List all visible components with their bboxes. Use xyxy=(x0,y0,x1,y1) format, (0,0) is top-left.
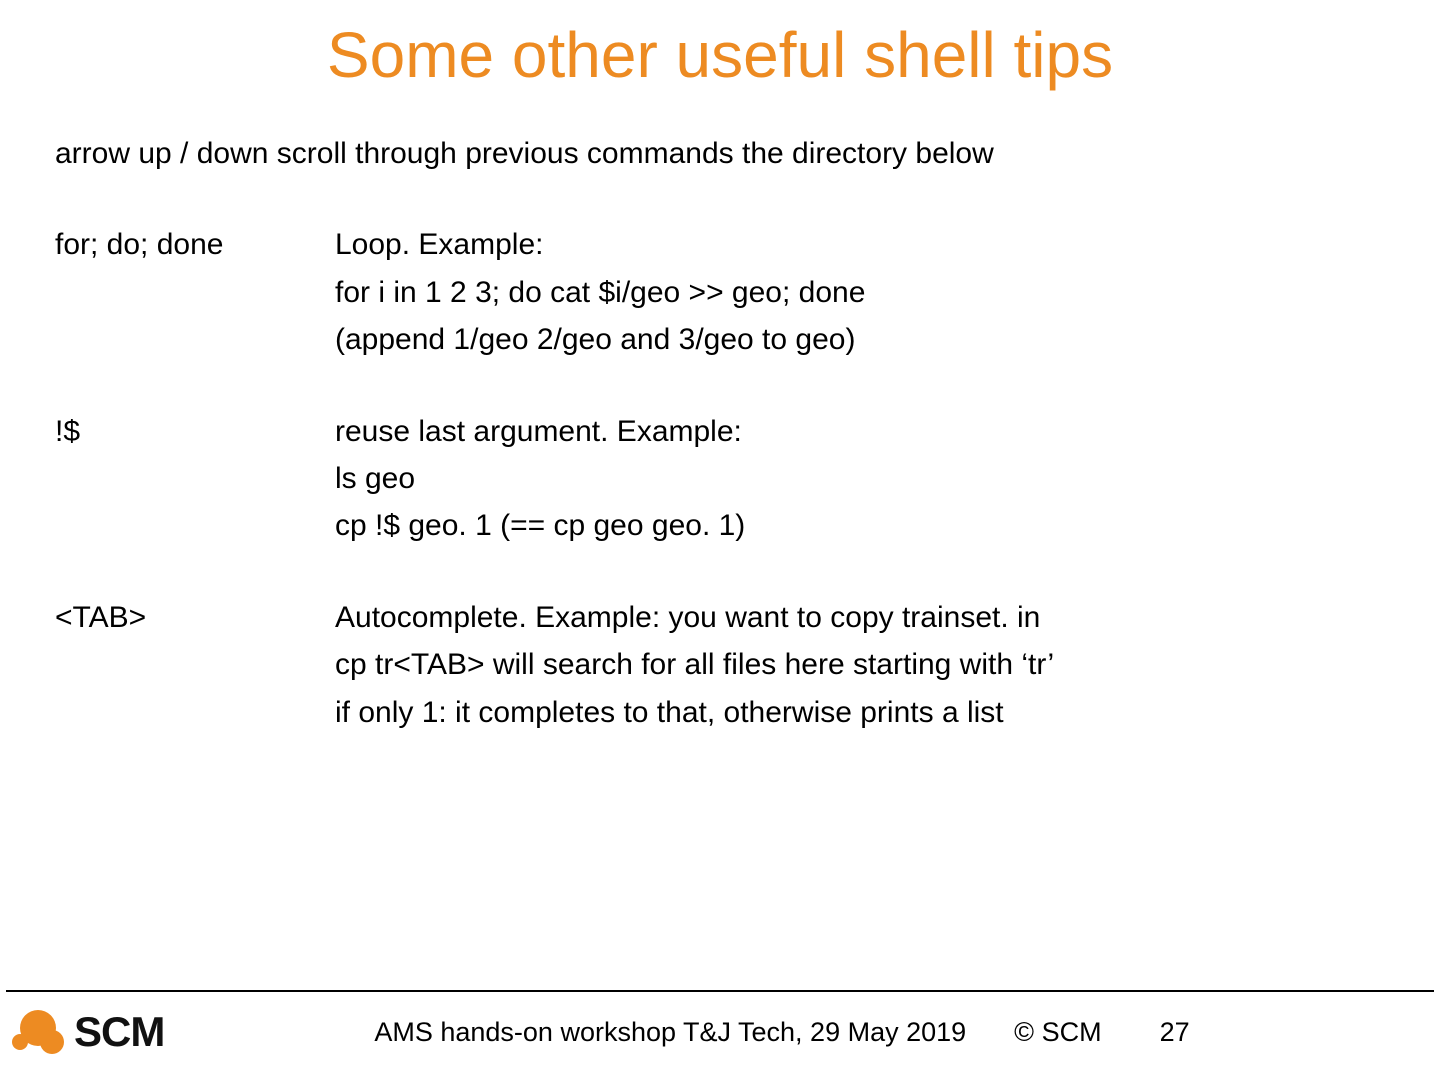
slide-title: Some other useful shell tips xyxy=(55,18,1385,92)
tip-line: if only 1: it completes to that, otherwi… xyxy=(335,689,1385,736)
scm-logo-text: SCM xyxy=(74,1008,164,1056)
tip-line: ls geo xyxy=(335,455,1385,502)
tip-description: Loop. Example: for i in 1 2 3; do cat $i… xyxy=(335,221,1385,363)
tip-block-for: for; do; done Loop. Example: for i in 1 … xyxy=(55,221,1385,363)
page-number: 27 xyxy=(1160,1017,1190,1048)
tip-line: for i in 1 2 3; do cat $i/geo >> geo; do… xyxy=(335,269,1385,316)
tip-line: cp tr<TAB> will search for all files her… xyxy=(335,641,1385,688)
copyright-text: © SCM xyxy=(1014,1017,1101,1048)
scm-logo: SCM xyxy=(10,1006,164,1058)
tip-line: Loop. Example: xyxy=(335,221,1385,268)
slide: Some other useful shell tips arrow up / … xyxy=(0,0,1440,1080)
tip-line: reuse last argument. Example: xyxy=(335,408,1385,455)
scm-logo-icon xyxy=(10,1006,72,1058)
footer-content: SCM AMS hands-on workshop T&J Tech, 29 M… xyxy=(0,1006,1440,1058)
tip-line: cp !$ geo. 1 (== cp geo geo. 1) xyxy=(335,502,1385,549)
intro-text: arrow up / down scroll through previous … xyxy=(55,130,1385,177)
tip-block-tab: <TAB> Autocomplete. Example: you want to… xyxy=(55,594,1385,736)
tip-label: !$ xyxy=(55,408,335,550)
slide-footer: SCM AMS hands-on workshop T&J Tech, 29 M… xyxy=(0,990,1440,1080)
tip-description: Autocomplete. Example: you want to copy … xyxy=(335,594,1385,736)
tip-description: reuse last argument. Example: ls geo cp … xyxy=(335,408,1385,550)
tip-line: (append 1/geo 2/geo and 3/geo to geo) xyxy=(335,316,1385,363)
tip-label: <TAB> xyxy=(55,594,335,736)
tip-line: Autocomplete. Example: you want to copy … xyxy=(335,594,1385,641)
workshop-text: AMS hands-on workshop T&J Tech, 29 May 2… xyxy=(374,1017,966,1048)
tip-label: for; do; done xyxy=(55,221,335,363)
slide-content: arrow up / down scroll through previous … xyxy=(55,130,1385,736)
tip-block-bang-dollar: !$ reuse last argument. Example: ls geo … xyxy=(55,408,1385,550)
footer-divider xyxy=(6,990,1434,992)
